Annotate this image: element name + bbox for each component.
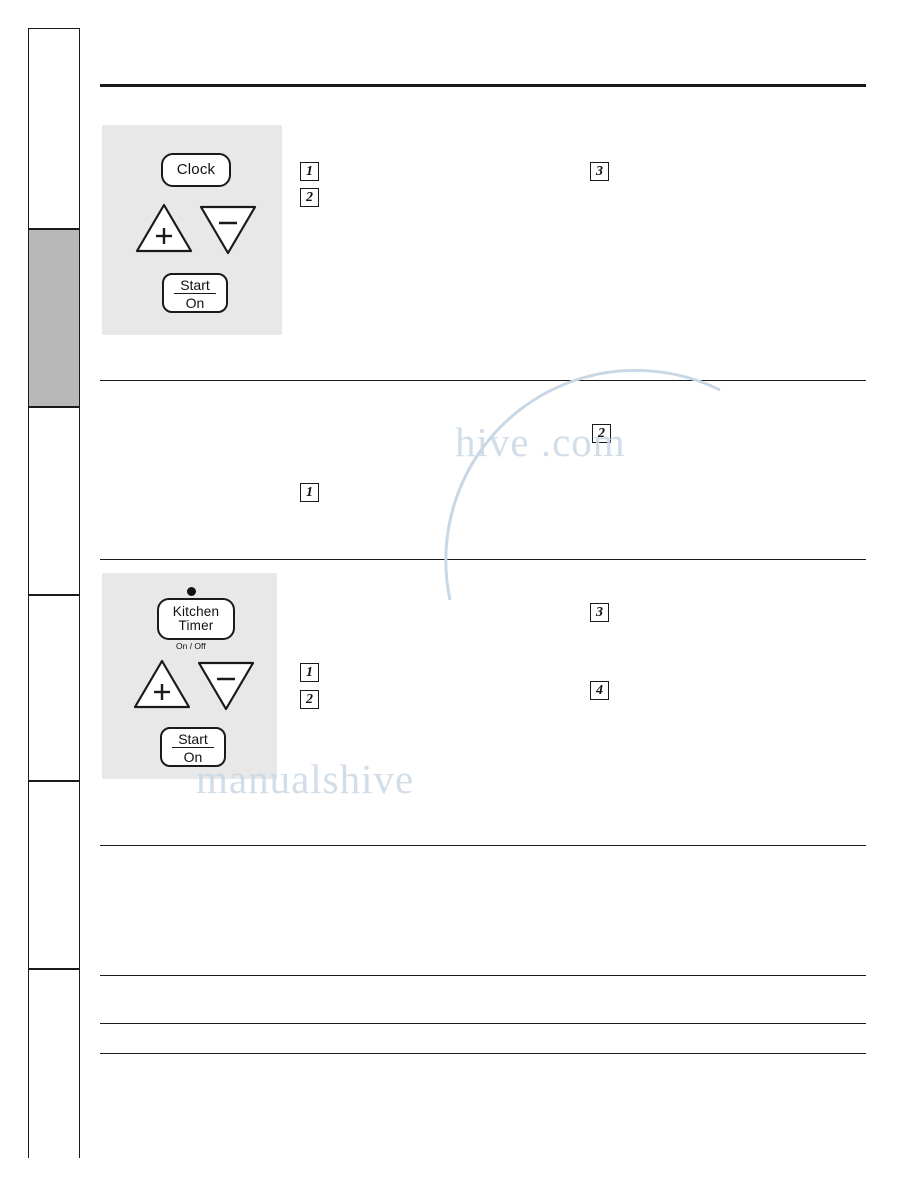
kitchen-timer-key-sublabel: On / Off <box>176 641 206 651</box>
step-number: 1 <box>300 162 319 181</box>
plus-key[interactable] <box>133 201 195 257</box>
step-number: 2 <box>300 188 319 207</box>
tab-strip-segment <box>29 29 79 229</box>
tab-strip-segment <box>29 969 79 1159</box>
section-divider-middle <box>100 559 866 561</box>
clock-control-panel-illustration: Clock Start On <box>102 125 282 335</box>
clock-key-label: Clock <box>176 161 216 179</box>
minus-key[interactable] <box>195 657 257 713</box>
tab-strip-segment-active <box>29 229 79 407</box>
step-number: 3 <box>590 162 609 181</box>
step-number: 1 <box>300 483 319 502</box>
start-key-top-label: Start <box>172 732 214 748</box>
section-divider-four <box>100 975 866 977</box>
start-key-top-label: Start <box>174 278 216 294</box>
plus-key[interactable] <box>131 657 193 713</box>
section-divider-timer <box>100 845 866 847</box>
vertical-tab-strip <box>28 28 80 1159</box>
start-key-bottom-label: On <box>183 748 203 765</box>
clock-key[interactable]: Clock <box>161 153 231 187</box>
start-key-bottom-label: On <box>185 294 205 311</box>
kitchen-timer-key-label-line1: Kitchen <box>172 603 220 619</box>
tab-strip-segment <box>29 595 79 781</box>
page-content: Clock Start On 1 2 3 2 1 Kitchen Timer O… <box>100 0 870 1188</box>
minus-key[interactable] <box>197 201 259 257</box>
start-on-key[interactable]: Start On <box>162 273 228 313</box>
timer-indicator-light <box>187 587 196 596</box>
tab-strip-segment <box>29 781 79 969</box>
section-divider-five <box>100 1023 866 1025</box>
kitchen-timer-key-label-line2: Timer <box>178 618 214 633</box>
tab-strip-segment <box>29 407 79 595</box>
step-number: 3 <box>590 603 609 622</box>
section-divider-top <box>100 84 866 87</box>
section-divider-bottom <box>100 1053 866 1055</box>
section-divider-clock <box>100 380 866 382</box>
step-number: 2 <box>300 690 319 709</box>
kitchen-timer-key[interactable]: Kitchen Timer <box>157 598 235 640</box>
kitchen-timer-control-panel-illustration: Kitchen Timer On / Off Start On <box>102 573 277 779</box>
start-on-key[interactable]: Start On <box>160 727 226 767</box>
step-number: 2 <box>592 424 611 443</box>
step-number: 4 <box>590 681 609 700</box>
step-number: 1 <box>300 663 319 682</box>
